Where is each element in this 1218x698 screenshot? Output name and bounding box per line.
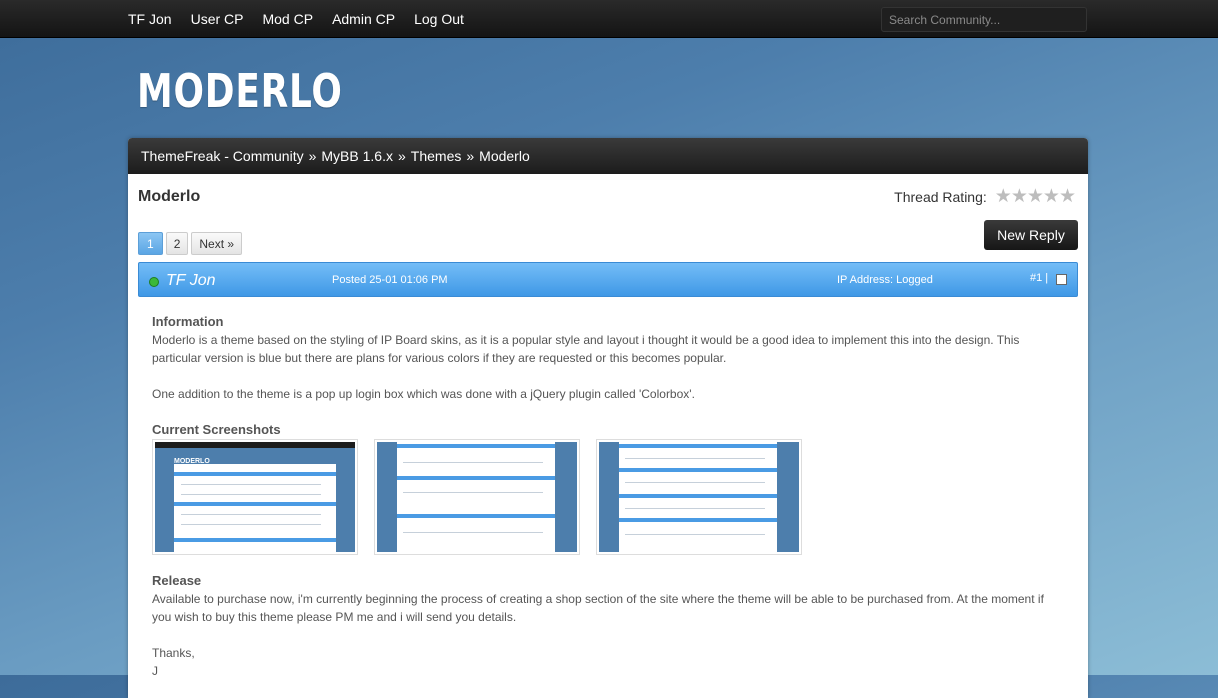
star-icon[interactable]: ★: [1059, 187, 1076, 206]
new-reply-button[interactable]: New Reply: [984, 220, 1078, 250]
screenshot-thumbnail[interactable]: [374, 439, 580, 555]
post-body: Information Moderlo is a theme based on …: [152, 313, 1064, 680]
breadcrumb-separator: »: [308, 148, 317, 164]
post-date: Posted 25-01 01:06 PM: [332, 274, 448, 286]
breadcrumb: ThemeFreak - Community » MyBB 1.6.x » Th…: [128, 138, 1088, 174]
nav-log-out[interactable]: Log Out: [414, 11, 464, 27]
nav-mod-cp[interactable]: Mod CP: [262, 11, 313, 27]
screenshot-gallery: MODERLO: [152, 439, 1064, 555]
online-status-icon: [149, 277, 159, 287]
info-text: Moderlo is a theme based on the styling …: [152, 333, 1020, 365]
thread-title: Moderlo: [138, 188, 201, 205]
breadcrumb-separator: »: [397, 148, 406, 164]
section-heading-information: Information: [152, 314, 224, 329]
page-2-button[interactable]: 2: [165, 232, 189, 255]
release-text: Available to purchase now, i'm currently…: [152, 592, 1044, 624]
post-select-checkbox[interactable]: [1056, 274, 1067, 285]
signoff-text: J: [152, 664, 158, 678]
breadcrumb-item-mybb[interactable]: MyBB 1.6.x: [321, 148, 393, 164]
breadcrumb-item-themes[interactable]: Themes: [411, 148, 462, 164]
breadcrumb-item-current: Moderlo: [479, 148, 530, 164]
star-icon[interactable]: ★: [1011, 187, 1028, 206]
star-icon[interactable]: ★: [1043, 187, 1060, 206]
screenshot-thumbnail[interactable]: [596, 439, 802, 555]
rating-stars[interactable]: ★ ★ ★ ★ ★: [995, 187, 1076, 206]
nav-admin-cp[interactable]: Admin CP: [332, 11, 395, 27]
thanks-text: Thanks,: [152, 646, 195, 660]
nav-user-cp[interactable]: User CP: [191, 11, 244, 27]
top-nav: TF Jon User CP Mod CP Admin CP Log Out: [128, 0, 464, 37]
site-logo[interactable]: MODERLO: [137, 64, 343, 118]
breadcrumb-item-community[interactable]: ThemeFreak - Community: [141, 148, 304, 164]
breadcrumb-separator: »: [466, 148, 475, 164]
nav-username[interactable]: TF Jon: [128, 11, 172, 27]
star-icon[interactable]: ★: [1027, 187, 1044, 206]
addition-text: One addition to the theme is a pop up lo…: [152, 387, 695, 401]
screenshot-thumbnail[interactable]: MODERLO: [152, 439, 358, 555]
section-heading-screenshots: Current Screenshots: [152, 422, 281, 437]
pagination: 1 2 Next »: [138, 232, 243, 255]
rating-label: Thread Rating:: [894, 188, 987, 205]
star-icon[interactable]: ★: [995, 187, 1012, 206]
post-author[interactable]: TF Jon: [166, 272, 216, 290]
next-page-button[interactable]: Next »: [191, 232, 243, 255]
post-number[interactable]: #1 |: [1030, 272, 1048, 284]
section-heading-release: Release: [152, 573, 202, 588]
post-ip: IP Address: Logged: [837, 274, 933, 286]
post-header: TF Jon Posted 25-01 01:06 PM IP Address:…: [138, 262, 1078, 297]
page-1-button[interactable]: 1: [138, 232, 163, 255]
content-panel: ThemeFreak - Community » MyBB 1.6.x » Th…: [128, 138, 1088, 698]
search-input[interactable]: [881, 7, 1087, 32]
thread-rating: Thread Rating: ★ ★ ★ ★ ★: [894, 187, 1076, 206]
top-navbar: TF Jon User CP Mod CP Admin CP Log Out: [0, 0, 1218, 38]
